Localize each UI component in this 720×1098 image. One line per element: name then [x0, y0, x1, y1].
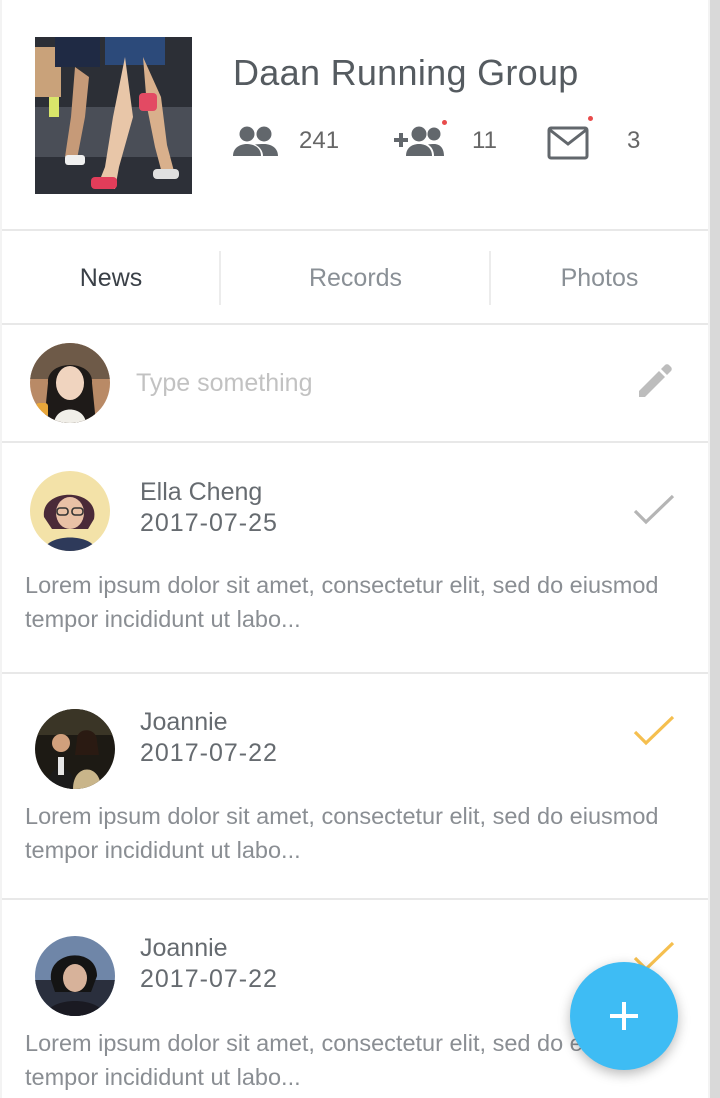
author-avatar: [35, 936, 115, 1016]
messages-count: 3: [627, 127, 641, 154]
post-item[interactable]: Ella Cheng 2017-07-25 Lorem ipsum dolor …: [2, 443, 708, 674]
author-avatar: [30, 471, 110, 551]
tab-photos[interactable]: Photos: [491, 231, 708, 323]
pencil-icon[interactable]: [635, 361, 675, 401]
add-post-button[interactable]: [570, 962, 678, 1070]
messages-badge-dot: [588, 116, 593, 121]
join-requests-stat[interactable]: 11: [394, 120, 504, 164]
check-icon[interactable]: [632, 714, 676, 748]
post-date: 2017-07-22: [140, 965, 278, 993]
group-header: Daan Running Group 241 11 3: [2, 0, 708, 231]
post-item[interactable]: Joannie 2017-07-22 Lorem ipsum dolor sit…: [2, 674, 708, 900]
compose-input[interactable]: Type something: [136, 369, 313, 398]
members-stat[interactable]: 241: [233, 120, 343, 164]
post-author: Ella Cheng: [140, 478, 263, 506]
members-count: 241: [299, 127, 340, 154]
tab-news[interactable]: News: [2, 231, 220, 323]
current-user-avatar: [30, 343, 110, 423]
app-screen: Daan Running Group 241 11 3 News Records…: [2, 0, 708, 1098]
tab-bar: News Records Photos: [2, 231, 708, 325]
post-author: Joannie: [140, 708, 228, 736]
post-body: Lorem ipsum dolor sit amet, consectetur …: [25, 572, 659, 632]
avatar-photo-graphic: [35, 936, 115, 1016]
mail-icon: [547, 126, 589, 160]
compose-row: Type something: [2, 325, 708, 443]
add-group-icon: [394, 126, 444, 156]
requests-count: 11: [472, 127, 497, 154]
post-author: Joannie: [140, 934, 228, 962]
avatar-photo-graphic: [35, 709, 115, 789]
plus-icon: [610, 1002, 638, 1030]
requests-badge-dot: [442, 120, 447, 125]
post-date: 2017-07-25: [140, 509, 278, 537]
messages-stat[interactable]: 3: [547, 116, 647, 164]
check-icon[interactable]: [632, 493, 676, 527]
author-avatar: [35, 709, 115, 789]
runners-photo-graphic: [35, 37, 192, 194]
post-body: Lorem ipsum dolor sit amet, consectetur …: [25, 803, 659, 863]
tab-records[interactable]: Records: [221, 231, 490, 323]
group-cover-photo[interactable]: [35, 37, 192, 194]
avatar-photo-graphic: [30, 471, 110, 551]
scrollbar-track[interactable]: [710, 0, 720, 1098]
avatar-photo-graphic: [30, 343, 110, 423]
group-title: Daan Running Group: [233, 52, 579, 93]
post-date: 2017-07-22: [140, 739, 278, 767]
members-icon: [233, 126, 278, 156]
